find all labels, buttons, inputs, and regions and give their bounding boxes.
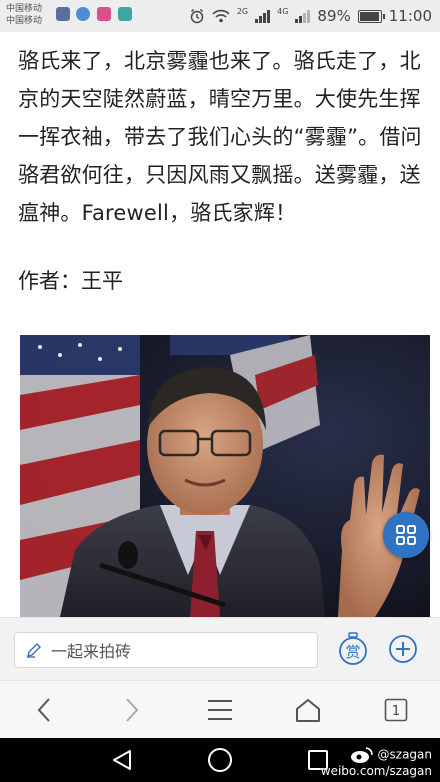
pencil-icon [27,643,41,658]
carrier-line-1: 中国移动 [6,4,43,14]
add-button[interactable] [388,634,418,664]
home-icon [296,699,320,722]
comment-bar: 一起来拍砖 [0,617,440,680]
floating-grid-button[interactable] [383,512,429,558]
app-notification-icon [56,7,70,21]
article-paragraph: 骆氏来了，北京雾霾也来了。骆氏走了，北京的天空陡然蔚蓝，晴空万里。大使先生挥一挥… [18,49,422,225]
signal-2g-icon [255,9,271,23]
reward-button[interactable]: 赏 [338,632,368,666]
tab-count: 1 [392,704,400,719]
home-button[interactable] [278,681,338,739]
alarm-icon [190,8,204,24]
weibo-notification-icon [97,7,111,21]
menu-button[interactable] [190,681,250,739]
status-bar: 中国移动 中国移动 2G 4G 89% 11:00 [0,0,440,32]
reward-label: 赏 [345,643,360,661]
shield-notification-icon [118,7,132,21]
weibo-watermark: @szagan weibo.com/szagan [321,746,432,778]
grid-icon [396,525,416,545]
comment-input[interactable]: 一起来拍砖 [14,632,318,668]
tabs-icon: 1 [384,698,408,722]
plus-circle-icon [389,635,417,663]
browser-notification-icon [76,7,90,21]
system-nav-bar: @szagan weibo.com/szagan [0,738,440,782]
battery-fill [359,11,380,21]
wifi-icon [212,9,230,23]
status-right-group: 2G 4G 89% 11:00 [189,0,432,32]
forward-button[interactable] [102,681,162,739]
browser-toolbar: 1 [0,680,440,739]
comment-placeholder: 一起来拍砖 [51,642,132,661]
android-home-icon[interactable] [207,747,233,773]
watermark-url: weibo.com/szagan [320,764,432,778]
back-button[interactable] [14,681,74,739]
signal-4g-icon [295,9,311,23]
article-author: 作者：王平 [18,269,123,293]
chevron-left-icon [37,698,50,722]
reward-icon: 赏 [339,632,367,665]
battery-icon [357,9,385,23]
carrier-label: 中国移动 中国移动 [6,3,42,27]
photo-illustration [20,335,430,617]
battery-percent: 89% [317,7,351,25]
network-type-4g: 4G [277,6,289,16]
watermark-handle: @szagan [377,747,432,762]
article-photo[interactable] [20,335,430,617]
clock: 11:00 [388,7,432,25]
chevron-right-icon [126,698,139,722]
menu-icon [208,700,232,720]
network-type-2g: 2G [236,6,249,16]
tabs-button[interactable]: 1 [366,681,426,739]
weibo-logo-icon [350,747,373,763]
android-back-icon[interactable] [110,748,134,772]
carrier-line-2: 中国移动 [6,16,43,26]
